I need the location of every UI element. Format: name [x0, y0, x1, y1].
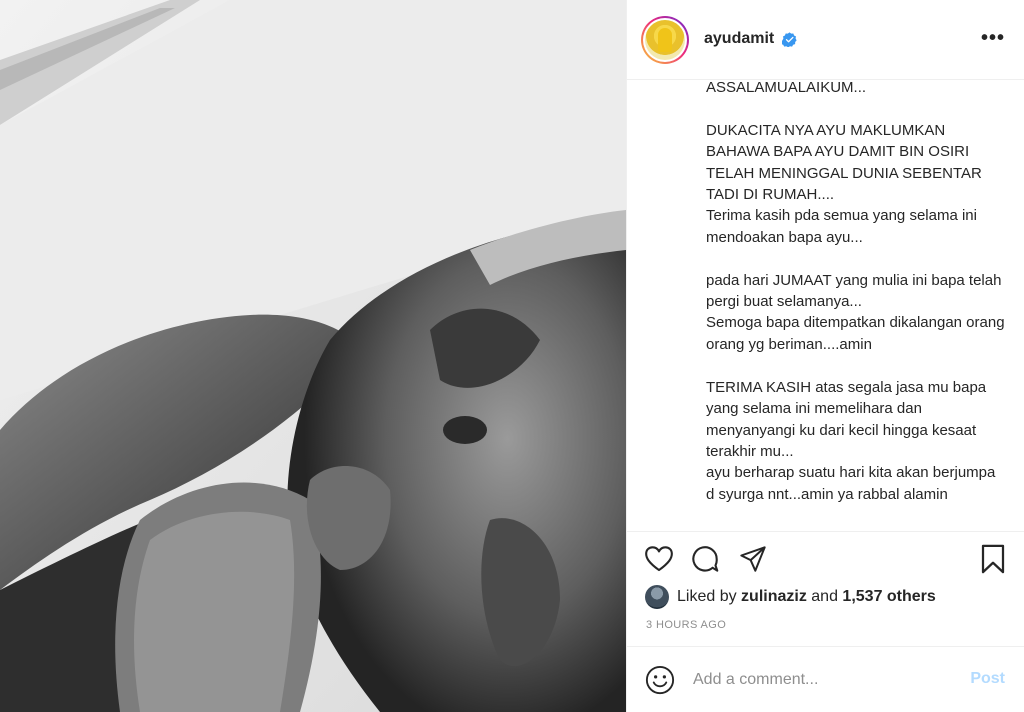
comment-icon: [692, 546, 719, 572]
avatar-image: [645, 20, 685, 60]
share-button[interactable]: [737, 543, 769, 575]
like-button[interactable]: [643, 543, 675, 575]
liker-avatar[interactable]: [645, 585, 669, 609]
post-header: ayudamit •••: [627, 0, 1024, 80]
action-bar: [627, 533, 1024, 583]
post-image: [0, 0, 626, 712]
comment-bar: Post: [627, 646, 1024, 712]
likes-middle: and: [806, 588, 843, 605]
heart-icon: [645, 546, 673, 572]
caption-scroll-area[interactable]: ASSALAMUALAIKUM... DUKACITA NYA AYU MAKL…: [627, 80, 1024, 532]
comment-input[interactable]: [693, 667, 943, 693]
likes-summary: Liked by zulinaziz and 1,537 others: [645, 583, 936, 611]
bookmark-icon: [981, 544, 1005, 574]
more-options-button[interactable]: •••: [981, 28, 1005, 48]
avatar[interactable]: [641, 16, 689, 64]
post-timestamp[interactable]: 3 HOURS AGO: [646, 619, 726, 631]
liker-username-link[interactable]: zulinaziz: [741, 588, 807, 606]
post-photo[interactable]: [0, 0, 626, 712]
post-details-panel: ayudamit ••• ASSALAMUALAIKUM... DUKACITA…: [626, 0, 1024, 712]
verified-badge-icon: [782, 32, 797, 47]
likes-others-link[interactable]: 1,537 others: [842, 588, 935, 606]
post-caption: ASSALAMUALAIKUM... DUKACITA NYA AYU MAKL…: [706, 80, 1005, 503]
post-comment-button[interactable]: Post: [970, 670, 1005, 688]
smiley-icon[interactable]: [645, 665, 675, 695]
paper-plane-icon: [740, 546, 766, 572]
username[interactable]: ayudamit: [704, 30, 774, 48]
save-button[interactable]: [977, 543, 1009, 575]
likes-prefix: Liked by: [677, 588, 742, 605]
comment-button[interactable]: [689, 543, 721, 575]
